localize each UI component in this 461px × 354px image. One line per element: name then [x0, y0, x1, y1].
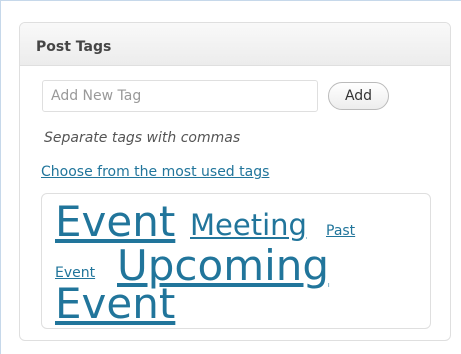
post-tags-header[interactable]: Post Tags	[20, 23, 450, 66]
page-frame: Post Tags Add Separate tags with commas …	[0, 0, 461, 354]
tag-upcoming-event-continued[interactable]: Event	[55, 280, 175, 328]
tag-meeting[interactable]: Meeting	[190, 208, 307, 242]
tag-past-event[interactable]: Past	[326, 222, 355, 240]
post-tags-title: Post Tags	[36, 39, 112, 55]
tag-cloud: Event Meeting Past Event Upcoming Event	[41, 193, 431, 329]
tag-event[interactable]: Event	[55, 198, 175, 246]
add-tag-button[interactable]: Add	[328, 82, 389, 110]
choose-most-used-tags-link[interactable]: Choose from the most used tags	[41, 164, 269, 180]
new-tag-input[interactable]	[42, 80, 318, 112]
post-tags-box: Post Tags Add Separate tags with commas …	[19, 22, 451, 341]
tag-hint-text: Separate tags with commas	[44, 130, 241, 146]
